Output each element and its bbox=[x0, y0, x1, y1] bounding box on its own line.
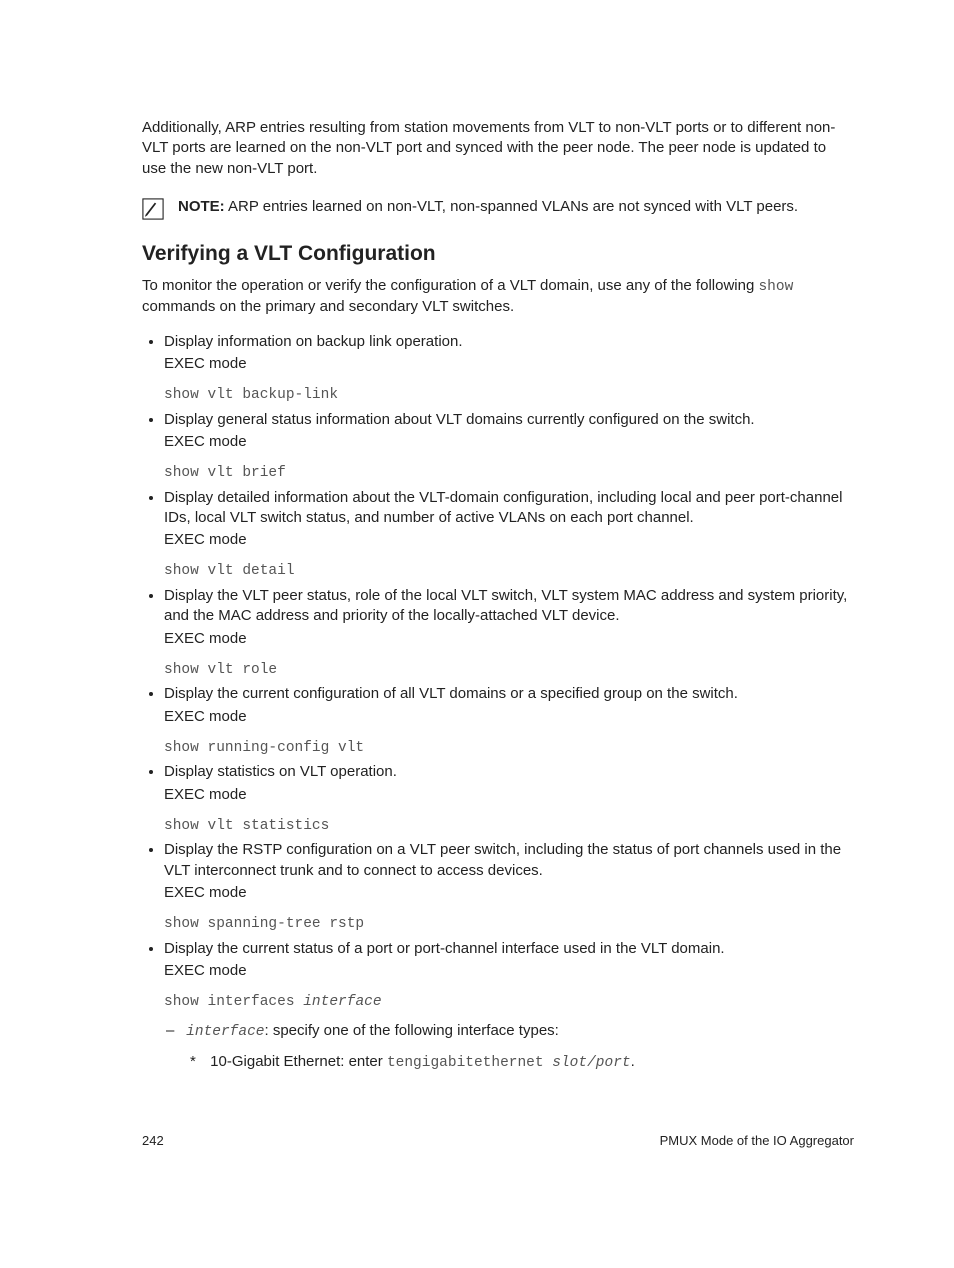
command-list: Display information on backup link opera… bbox=[142, 332, 854, 1074]
item-mode: EXEC mode bbox=[164, 530, 854, 550]
item-mode: EXEC mode bbox=[164, 785, 854, 805]
param-text: : specify one of the following interface… bbox=[265, 1022, 559, 1039]
intro-paragraph: Additionally, ARP entries resulting from… bbox=[142, 118, 854, 179]
item-command: show vlt detail bbox=[164, 562, 854, 582]
document-page: Additionally, ARP entries resulting from… bbox=[0, 0, 954, 1268]
list-item: Display the current status of a port or … bbox=[164, 939, 854, 1074]
star-pre: 10-Gigabit Ethernet: enter bbox=[210, 1053, 387, 1070]
note-icon bbox=[142, 198, 164, 220]
item-command: show spanning-tree rstp bbox=[164, 915, 854, 935]
item-desc: Display information on backup link opera… bbox=[164, 332, 854, 352]
item-mode: EXEC mode bbox=[164, 629, 854, 649]
list-item: Display the RSTP configuration on a VLT … bbox=[164, 840, 854, 934]
item-desc: Display the current configuration of all… bbox=[164, 684, 854, 704]
item-mode: EXEC mode bbox=[164, 961, 854, 981]
list-item: Display information on backup link opera… bbox=[164, 332, 854, 406]
item-mode: EXEC mode bbox=[164, 883, 854, 903]
item-desc: Display the current status of a port or … bbox=[164, 939, 854, 959]
sub-sub-list-item: 10-Gigabit Ethernet: enter tengigabiteth… bbox=[206, 1052, 854, 1074]
item-command: show vlt backup-link bbox=[164, 386, 854, 406]
sub-sub-list: 10-Gigabit Ethernet: enter tengigabiteth… bbox=[182, 1052, 854, 1074]
list-item: Display the VLT peer status, role of the… bbox=[164, 586, 854, 680]
footer-title: PMUX Mode of the IO Aggregator bbox=[660, 1133, 854, 1148]
star-ital: slot/port bbox=[552, 1055, 630, 1071]
item-desc: Display the RSTP configuration on a VLT … bbox=[164, 840, 854, 881]
star-code: tengigabitethernet bbox=[387, 1055, 552, 1071]
param-name: interface bbox=[186, 1024, 264, 1040]
note-block: NOTE: ARP entries learned on non-VLT, no… bbox=[142, 197, 854, 220]
cmd-param: interface bbox=[303, 994, 381, 1010]
item-command: show vlt brief bbox=[164, 464, 854, 484]
list-item: Display statistics on VLT operation. EXE… bbox=[164, 762, 854, 836]
item-desc: Display general status information about… bbox=[164, 410, 854, 430]
page-footer: 242 PMUX Mode of the IO Aggregator bbox=[142, 1133, 854, 1148]
item-command: show vlt statistics bbox=[164, 817, 854, 837]
lead-paragraph: To monitor the operation or verify the c… bbox=[142, 276, 854, 318]
lead-pre: To monitor the operation or verify the c… bbox=[142, 277, 758, 294]
item-mode: EXEC mode bbox=[164, 432, 854, 452]
note-body: ARP entries learned on non-VLT, non-span… bbox=[225, 198, 798, 215]
item-command: show interfaces interface bbox=[164, 993, 854, 1013]
item-command: show running-config vlt bbox=[164, 739, 854, 759]
item-command: show vlt role bbox=[164, 661, 854, 681]
list-item: Display detailed information about the V… bbox=[164, 488, 854, 582]
list-item: Display general status information about… bbox=[164, 410, 854, 484]
item-mode: EXEC mode bbox=[164, 707, 854, 727]
note-text: NOTE: ARP entries learned on non-VLT, no… bbox=[178, 197, 798, 217]
lead-post: commands on the primary and secondary VL… bbox=[142, 298, 514, 315]
item-desc: Display statistics on VLT operation. bbox=[164, 762, 854, 782]
section-heading: Verifying a VLT Configuration bbox=[142, 242, 854, 266]
cmd-pre: show interfaces bbox=[164, 994, 303, 1010]
inline-code-show: show bbox=[758, 279, 793, 295]
item-desc: Display the VLT peer status, role of the… bbox=[164, 586, 854, 627]
sub-list: interface: specify one of the following … bbox=[164, 1021, 854, 1074]
star-post: . bbox=[631, 1053, 635, 1070]
sub-list-item: interface: specify one of the following … bbox=[182, 1021, 854, 1074]
list-item: Display the current configuration of all… bbox=[164, 684, 854, 758]
page-number: 242 bbox=[142, 1133, 164, 1148]
item-desc: Display detailed information about the V… bbox=[164, 488, 854, 529]
note-label: NOTE: bbox=[178, 198, 225, 215]
item-mode: EXEC mode bbox=[164, 354, 854, 374]
